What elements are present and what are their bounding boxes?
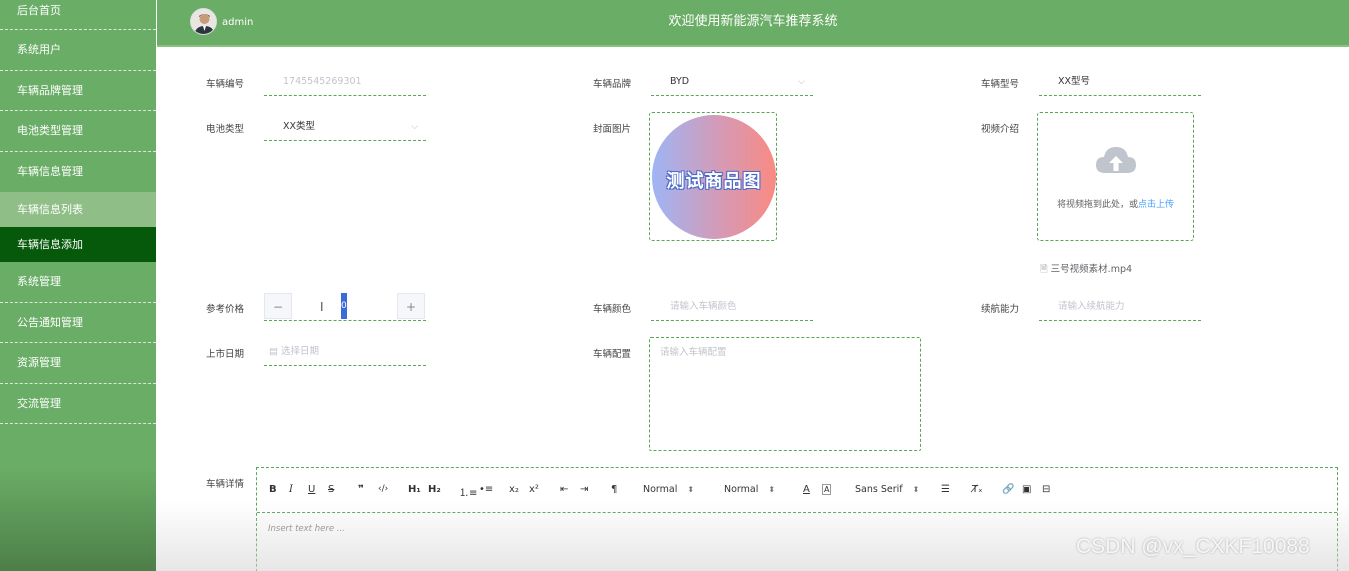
image-icon[interactable]: ▣ [1022, 484, 1031, 495]
main-form: 车辆编号 1745545269301 车辆品牌 BYD ⌵ 车辆型号 XX型号 … [156, 49, 1349, 571]
code-block-icon[interactable]: ‹/› [378, 484, 388, 494]
sidebar-item-battery-management[interactable]: 电池类型管理 [0, 111, 156, 152]
indent-icon[interactable]: ⇥ [580, 484, 588, 495]
price-label: 参考价格 [206, 304, 245, 315]
calendar-icon: ▤ [269, 346, 278, 357]
font-select[interactable]: Sans Serif ⬍ [855, 484, 919, 495]
date-picker[interactable]: ▤ 选择日期 [264, 338, 426, 366]
vehicle-no-label: 车辆编号 [206, 79, 245, 90]
cover-upload[interactable]: 测试商品图 [649, 112, 777, 241]
sidebar: 后台首页 系统用户 车辆品牌管理 电池类型管理 车辆信息管理 车辆信息列表 车辆… [0, 0, 156, 571]
price-stepper[interactable]: − I 0 + [264, 293, 426, 321]
brand-label: 车辆品牌 [593, 79, 632, 90]
vehicle-no-field: 1745545269301 [264, 68, 426, 96]
model-field[interactable]: XX型号 [1039, 68, 1201, 96]
chevron-down-icon: ⌵ [798, 77, 805, 87]
bullet-list-icon[interactable]: •≡ [479, 484, 493, 495]
price-value[interactable]: 0 [341, 293, 347, 319]
decrement-button[interactable]: − [264, 293, 292, 319]
blockquote-icon[interactable]: ❞ [358, 484, 364, 495]
top-header: admin 欢迎使用新能源汽车推荐系统 [157, 0, 1349, 47]
sidebar-item-vehicle-management[interactable]: 车辆信息管理 [0, 152, 156, 193]
color-input[interactable]: 请输入车辆颜色 [651, 293, 813, 321]
dropzone-text: 将视频拖到此处，或点击上传 [1056, 200, 1175, 210]
range-input[interactable]: 请输入续航能力 [1039, 293, 1201, 321]
header-select[interactable]: Normal ⬍ [643, 484, 694, 495]
subscript-icon[interactable]: x₂ [509, 484, 519, 495]
page-title: 欢迎使用新能源汽车推荐系统 [668, 14, 838, 29]
config-label: 车辆配置 [593, 349, 632, 360]
click-upload-link[interactable]: 点击上传 [1138, 200, 1174, 210]
editor-placeholder[interactable]: Insert text here ... [268, 524, 345, 534]
sidebar-item-system-management[interactable]: 系统管理 [0, 262, 156, 303]
strikethrough-icon[interactable]: S [328, 484, 334, 495]
increment-button[interactable]: + [397, 293, 425, 319]
bold-icon[interactable]: B [269, 484, 277, 495]
text-direction-icon[interactable]: ¶ [611, 484, 617, 495]
link-icon[interactable]: 🔗 [1002, 484, 1014, 495]
document-icon: 🗎 [1040, 264, 1048, 275]
cover-label: 封面图片 [593, 124, 632, 135]
color-label: 车辆颜色 [593, 304, 632, 315]
cover-image: 测试商品图 [652, 115, 776, 239]
sidebar-item-system-users[interactable]: 系统用户 [0, 30, 156, 71]
background-color-icon[interactable]: A [822, 484, 832, 495]
video-upload-dropzone[interactable]: 将视频拖到此处，或点击上传 [1037, 112, 1194, 241]
chevron-down-icon: ⌵ [411, 122, 418, 132]
config-textarea[interactable]: 请输入车辆配置 [649, 337, 921, 451]
detail-label: 车辆详情 [206, 479, 245, 490]
model-label: 车辆型号 [981, 79, 1020, 90]
text-color-icon[interactable]: A [803, 484, 810, 495]
clear-format-icon[interactable]: T̸ₓ [972, 484, 983, 495]
ordered-list-icon[interactable]: ⒈≡ [459, 484, 477, 499]
header-1-icon[interactable]: H₁ [408, 484, 421, 495]
underline-icon[interactable]: U [308, 484, 315, 495]
sidebar-item-vehicle-list[interactable]: 车辆信息列表 [0, 192, 156, 227]
battery-select[interactable]: XX类型 ⌵ [264, 113, 426, 141]
video-label: 视频介绍 [981, 124, 1020, 135]
sidebar-item-exchange-management[interactable]: 交流管理 [0, 384, 156, 424]
editor-toolbar: B I U S ❞ ‹/› H₁ H₂ ⒈≡ •≡ x₂ x² ⇤ ⇥ ¶ No… [257, 468, 1337, 513]
brand-select[interactable]: BYD ⌵ [651, 68, 813, 96]
watermark: CSDN @vx_CXKF10088 [1076, 535, 1310, 558]
range-label: 续航能力 [981, 304, 1020, 315]
sidebar-item-vehicle-add[interactable]: 车辆信息添加 [0, 227, 156, 262]
sidebar-item-brand-management[interactable]: 车辆品牌管理 [0, 71, 156, 111]
superscript-icon[interactable]: x² [529, 484, 539, 495]
date-label: 上市日期 [206, 349, 245, 360]
size-select[interactable]: Normal ⬍ [724, 484, 775, 495]
cloud-upload-icon [1096, 147, 1136, 173]
text-cursor-icon: I [320, 300, 324, 314]
sidebar-item-notice-management[interactable]: 公告通知管理 [0, 303, 156, 343]
sidebar-item-resource-management[interactable]: 资源管理 [0, 343, 156, 384]
align-icon[interactable]: ☰ [941, 484, 950, 495]
video-icon[interactable]: ⊟ [1042, 484, 1050, 495]
uploaded-file[interactable]: 🗎 三号视频素材.mp4 [1040, 261, 1132, 278]
italic-icon[interactable]: I [289, 484, 293, 495]
sidebar-item-home[interactable]: 后台首页 [0, 0, 156, 30]
header-2-icon[interactable]: H₂ [428, 484, 441, 495]
battery-label: 电池类型 [206, 124, 245, 135]
outdent-icon[interactable]: ⇤ [560, 484, 568, 495]
